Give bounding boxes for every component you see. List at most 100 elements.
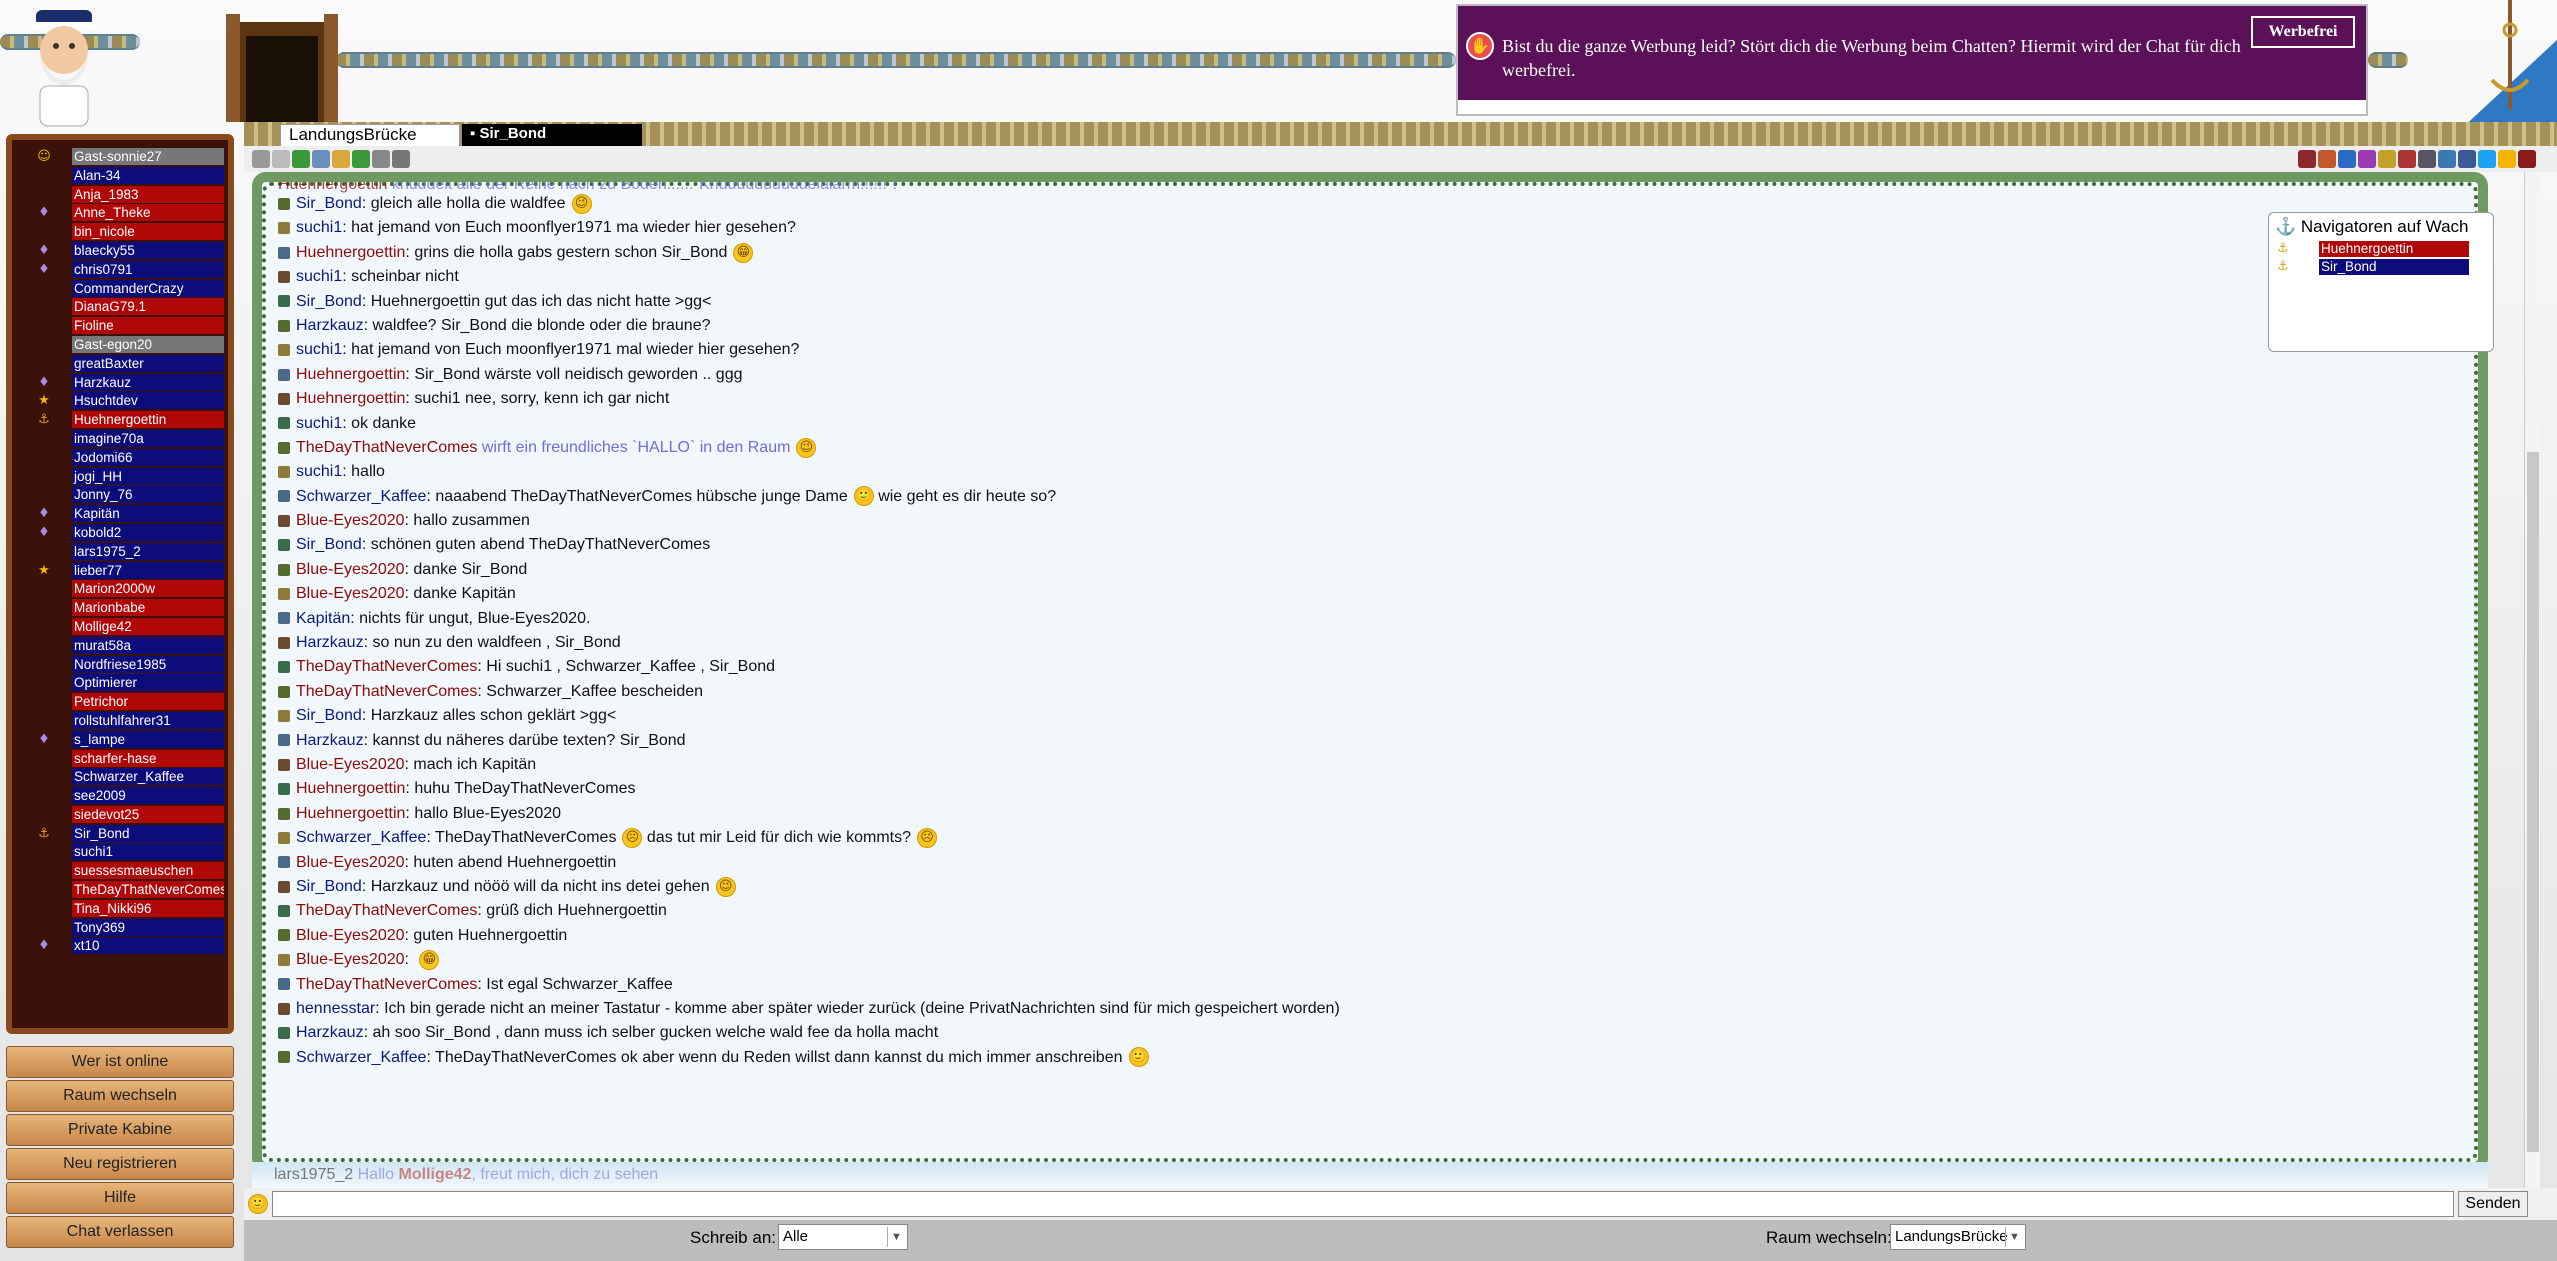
user-list-item[interactable]: Tina_Nikki96 xyxy=(36,899,228,919)
twitter-icon[interactable] xyxy=(2478,150,2496,168)
nick[interactable]: Blue-Eyes2020 xyxy=(296,854,405,871)
user-name[interactable]: suessesmaeuschen xyxy=(72,862,224,880)
user-list-item[interactable]: imagine70a xyxy=(36,429,228,449)
nick[interactable]: Sir_Bond xyxy=(296,878,362,895)
user-list-item[interactable]: Marionbabe xyxy=(36,599,228,618)
user-name[interactable]: lieber77 xyxy=(72,561,224,579)
user-list-item[interactable]: Tony369 xyxy=(36,918,228,938)
user-name[interactable]: rollstuhlfahrer31 xyxy=(72,711,224,729)
change-room-button[interactable]: Raum wechseln xyxy=(6,1080,234,1112)
user-list-item[interactable]: suessesmaeuschen xyxy=(36,862,228,881)
nick[interactable]: Huehnergoettin xyxy=(296,390,405,407)
user-name[interactable]: Jonny_76 xyxy=(72,486,224,504)
user-name[interactable]: Kapitän xyxy=(72,505,224,523)
user-name[interactable]: Alan-34 xyxy=(72,166,224,184)
user-name[interactable]: Huehnergoettin xyxy=(72,411,224,429)
nick[interactable]: Sir_Bond xyxy=(296,536,362,553)
nick[interactable]: suchi1 xyxy=(296,219,342,236)
user-name[interactable]: murat58a xyxy=(72,636,224,654)
user-list-item[interactable]: murat58a xyxy=(36,636,228,656)
nick[interactable]: Blue-Eyes2020 xyxy=(296,512,405,529)
user-name[interactable]: Marionbabe xyxy=(72,599,224,617)
user-name[interactable]: Anja_1983 xyxy=(72,185,224,203)
nick[interactable]: Huehnergoettin xyxy=(278,182,387,193)
user-list-item[interactable]: ♦ s_lampe xyxy=(36,730,228,750)
navigator-name[interactable]: Huehnergoettin xyxy=(2319,241,2469,257)
nick[interactable]: Blue-Eyes2020 xyxy=(296,756,405,773)
user-list-item[interactable]: ♦ blaecky55 xyxy=(36,241,228,261)
user-name[interactable]: greatBaxter xyxy=(72,354,224,372)
nick[interactable]: Schwarzer_Kaffee xyxy=(296,1049,426,1066)
game-icon[interactable] xyxy=(2358,150,2376,168)
user-list-item[interactable]: ♦ chris0791 xyxy=(36,260,228,280)
nick[interactable]: Blue-Eyes2020 xyxy=(296,951,405,968)
user-name[interactable]: chris0791 xyxy=(72,260,224,278)
smiley-picker-icon[interactable]: 🙂 xyxy=(248,1194,268,1214)
user-list-item[interactable]: ⚓ Sir_Bond xyxy=(36,824,228,844)
pencil-icon[interactable] xyxy=(252,150,270,168)
nick[interactable]: suchi1 xyxy=(296,341,342,358)
user-name[interactable]: siedevot25 xyxy=(72,805,224,823)
nick[interactable]: Harzkauz xyxy=(296,634,364,651)
user-name[interactable]: see2009 xyxy=(72,787,224,805)
user-list-item[interactable]: jogi_HH xyxy=(36,467,228,487)
sound-icon[interactable] xyxy=(372,150,390,168)
user-name[interactable]: kobold2 xyxy=(72,523,224,541)
user-list-item[interactable]: Petrichor xyxy=(36,693,228,712)
game-icon[interactable] xyxy=(2378,150,2396,168)
user-list-item[interactable]: ♦ Anne_Theke xyxy=(36,204,228,223)
user-list-item[interactable]: ♦ Harzkauz xyxy=(36,373,228,393)
user-list-item[interactable]: greatBaxter xyxy=(36,354,228,374)
user-name[interactable]: Nordfriese1985 xyxy=(72,655,224,673)
private-cabin-button[interactable]: Private Kabine xyxy=(6,1114,234,1146)
user-list-item[interactable]: TheDayThatNeverComes xyxy=(36,881,228,900)
user-list-item[interactable]: ♦ kobold2 xyxy=(36,523,228,543)
user-list-item[interactable]: Jodomi66 xyxy=(36,448,228,468)
game-icon[interactable] xyxy=(2398,150,2416,168)
user-list-item[interactable]: suchi1 xyxy=(36,843,228,862)
user-list-item[interactable]: scharfer-hase xyxy=(36,749,228,769)
user-list-item[interactable]: CommanderCrazy xyxy=(36,279,228,299)
navigator-name[interactable]: Sir_Bond xyxy=(2319,259,2469,275)
chart-icon[interactable] xyxy=(332,150,350,168)
arrow-up-icon[interactable] xyxy=(352,150,370,168)
nick[interactable]: Schwarzer_Kaffee xyxy=(296,488,426,505)
user-list-item[interactable]: Jonny_76 xyxy=(36,486,228,505)
user-name[interactable]: jogi_HH xyxy=(72,467,224,485)
user-name[interactable]: xt10 xyxy=(72,937,224,955)
nick[interactable]: Sir_Bond xyxy=(296,707,362,724)
nick[interactable]: Huehnergoettin xyxy=(296,366,405,383)
nick[interactable]: Huehnergoettin xyxy=(296,244,405,261)
nick[interactable]: Sir_Bond xyxy=(296,293,362,310)
register-button[interactable]: Neu registrieren xyxy=(6,1148,234,1180)
user-list-item[interactable]: ★ lieber77 xyxy=(36,561,228,581)
user-list-item[interactable]: siedevot25 xyxy=(36,805,228,825)
user-name[interactable]: Tony369 xyxy=(72,918,224,936)
settings-icon[interactable] xyxy=(272,150,290,168)
user-name[interactable]: Hsuchtdev xyxy=(72,392,224,410)
nick[interactable]: TheDayThatNeverComes xyxy=(296,658,477,675)
user-name[interactable]: Optimierer xyxy=(72,674,224,692)
user-name[interactable]: Sir_Bond xyxy=(72,824,224,842)
nick[interactable]: Kapitän xyxy=(296,610,350,627)
user-list-item[interactable]: ★ Hsuchtdev xyxy=(36,392,228,411)
nick[interactable]: suchi1 xyxy=(296,463,342,480)
user-name[interactable]: Gast-sonnie27 xyxy=(72,148,224,165)
user-name[interactable]: Marion2000w xyxy=(72,580,224,598)
move-icon[interactable] xyxy=(392,150,410,168)
ad-free-button[interactable]: Werbefrei xyxy=(2251,16,2355,48)
user-list-item[interactable]: rollstuhlfahrer31 xyxy=(36,711,228,731)
user-name[interactable]: Schwarzer_Kaffee xyxy=(72,768,224,786)
tab-landungsbruecke[interactable]: LandungsBrücke xyxy=(280,124,460,146)
message-input[interactable] xyxy=(272,1191,2454,1217)
user-list-item[interactable]: bin_nicole xyxy=(36,223,228,242)
user-list-item[interactable]: Anja_1983 xyxy=(36,185,228,205)
nick[interactable]: Huehnergoettin xyxy=(296,805,405,822)
game-icon[interactable] xyxy=(2298,150,2316,168)
room-select[interactable]: LandungsBrücke ▼ xyxy=(1890,1224,2026,1250)
user-list-item[interactable]: ♦ xt10 xyxy=(36,937,228,956)
star-icon[interactable] xyxy=(2498,150,2516,168)
user-list-item[interactable]: DianaG79.1 xyxy=(36,298,228,317)
nick[interactable]: Schwarzer_Kaffee xyxy=(296,829,426,846)
nick[interactable]: Harzkauz xyxy=(296,732,364,749)
